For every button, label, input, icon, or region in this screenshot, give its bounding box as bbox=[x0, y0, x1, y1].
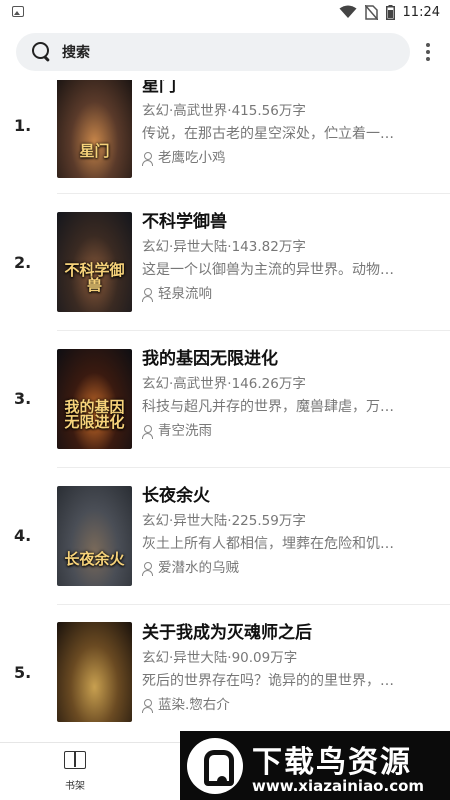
book-author: 蓝染.惣右介 bbox=[142, 695, 432, 715]
author-name: 爱潜水的乌贼 bbox=[158, 560, 239, 576]
book-title[interactable]: 我的基因无限进化 bbox=[142, 348, 432, 370]
author-name: 青空洗雨 bbox=[158, 423, 212, 439]
book-rank: 5. bbox=[14, 663, 32, 682]
book-meta: 玄幻·高武世界·146.26万字 bbox=[142, 376, 306, 392]
cover-title: 不科学御兽 bbox=[64, 260, 125, 295]
more-options-icon[interactable] bbox=[420, 40, 436, 64]
author-name: 老鹰吃小鸡 bbox=[158, 150, 226, 166]
book-description: 传说，在那古老的星空深处，伫立着一… bbox=[142, 126, 394, 142]
status-time: 11:24 bbox=[402, 4, 440, 20]
watermark-title: 下载鸟资源 bbox=[252, 745, 412, 780]
book-cover[interactable] bbox=[57, 622, 132, 722]
book-rank: 3. bbox=[14, 389, 32, 408]
book-cover[interactable]: 我的基因无限进化 bbox=[57, 349, 132, 449]
book-description: 科技与超凡并存的世界，魔兽肆虐，万… bbox=[142, 399, 394, 415]
book-list[interactable]: 1. 星门 星门 玄幻·高武世界·415.56万字 传说，在那古老的星空深处，伫… bbox=[0, 80, 450, 742]
book-title[interactable]: 不科学御兽 bbox=[142, 211, 432, 233]
book-meta: 玄幻·异世大陆·90.09万字 bbox=[142, 650, 298, 666]
author-name: 轻泉流响 bbox=[158, 286, 212, 302]
book-author: 轻泉流响 bbox=[142, 284, 432, 304]
nav-bookshelf-label: 书架 bbox=[65, 781, 85, 792]
no-sim-icon bbox=[364, 4, 378, 20]
book-author: 青空洗雨 bbox=[142, 421, 432, 441]
book-title[interactable]: 星门 bbox=[142, 80, 432, 97]
book-item[interactable]: 4. 长夜余火 长夜余火 玄幻·异世大陆·225.59万字 灰土上所有人都相信，… bbox=[0, 468, 450, 605]
nav-bookshelf[interactable]: 书架 bbox=[52, 751, 98, 795]
status-icons: 11:24 bbox=[339, 3, 440, 21]
book-cover[interactable]: 长夜余火 bbox=[57, 486, 132, 586]
watermark-logo-icon bbox=[187, 738, 243, 794]
watermark: 下载鸟资源 www.xiazainiao.com bbox=[180, 731, 450, 800]
book-author: 老鹰吃小鸡 bbox=[142, 148, 432, 168]
book-description: 这是一个以御兽为主流的异世界。动物… bbox=[142, 262, 394, 278]
book-icon bbox=[64, 751, 86, 769]
book-meta: 玄幻·高武世界·415.56万字 bbox=[142, 103, 306, 119]
book-item[interactable]: 3. 我的基因无限进化 我的基因无限进化 玄幻·高武世界·146.26万字 科技… bbox=[0, 331, 450, 468]
search-bar[interactable]: 搜索 bbox=[16, 33, 410, 71]
person-icon bbox=[142, 151, 153, 166]
cover-title: 星门 bbox=[79, 142, 110, 161]
image-icon bbox=[12, 6, 24, 17]
book-meta: 玄幻·异世大陆·225.59万字 bbox=[142, 513, 306, 529]
watermark-url: www.xiazainiao.com bbox=[252, 777, 425, 795]
wifi-icon bbox=[339, 5, 357, 18]
book-title[interactable]: 长夜余火 bbox=[142, 485, 432, 507]
status-bar: 11:24 bbox=[0, 0, 450, 24]
cover-title: 长夜余火 bbox=[64, 550, 125, 569]
book-author: 爱潜水的乌贼 bbox=[142, 558, 432, 578]
book-item[interactable]: 5. 关于我成为灭魂师之后 玄幻·异世大陆·90.09万字 死后的世界存在吗？诡… bbox=[0, 605, 450, 742]
book-rank: 4. bbox=[14, 526, 32, 545]
book-description: 灰土上所有人都相信，埋葬在危险和饥… bbox=[142, 536, 394, 552]
search-icon bbox=[32, 42, 52, 62]
battery-icon bbox=[385, 4, 395, 20]
person-icon bbox=[142, 698, 153, 713]
book-item[interactable]: 1. 星门 星门 玄幻·高武世界·415.56万字 传说，在那古老的星空深处，伫… bbox=[0, 80, 450, 194]
cover-title: 我的基因无限进化 bbox=[64, 397, 125, 432]
book-description: 死后的世界存在吗？诡异的的里世界，… bbox=[142, 673, 394, 689]
person-icon bbox=[142, 287, 153, 302]
book-item[interactable]: 2. 不科学御兽 不科学御兽 玄幻·异世大陆·143.82万字 这是一个以御兽为… bbox=[0, 194, 450, 331]
book-cover[interactable]: 不科学御兽 bbox=[57, 212, 132, 312]
person-icon bbox=[142, 561, 153, 576]
search-label: 搜索 bbox=[62, 45, 90, 61]
person-icon bbox=[142, 424, 153, 439]
book-rank: 2. bbox=[14, 253, 32, 272]
book-title[interactable]: 关于我成为灭魂师之后 bbox=[142, 622, 432, 644]
book-rank: 1. bbox=[14, 116, 32, 135]
book-meta: 玄幻·异世大陆·143.82万字 bbox=[142, 239, 306, 255]
book-cover[interactable]: 星门 bbox=[57, 80, 132, 178]
author-name: 蓝染.惣右介 bbox=[158, 697, 230, 713]
